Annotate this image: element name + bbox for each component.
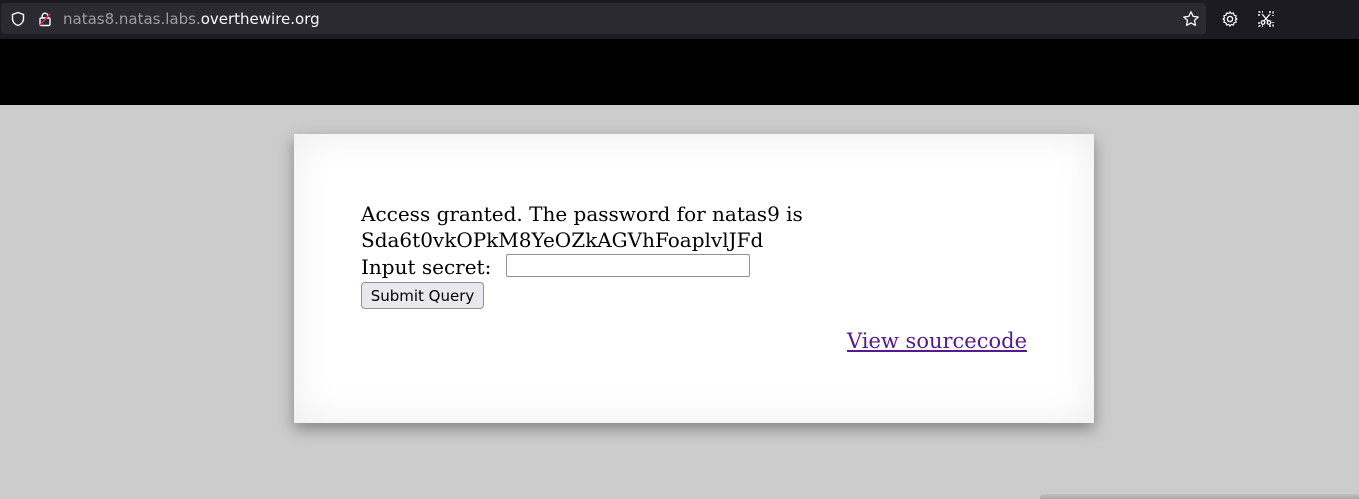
lock-icon[interactable] — [37, 11, 53, 27]
address-bar[interactable]: natas8.natas.labs.overthewire.org — [1, 3, 1206, 34]
url-domain: overthewire.org — [200, 10, 320, 28]
url-text[interactable]: natas8.natas.labs.overthewire.org — [63, 10, 320, 28]
password-text: Sda6t0vkOPkM8YeOZkAGVhFoaplvlJFd — [361, 228, 764, 252]
scrollbar-edge — [1040, 494, 1359, 499]
content-panel: Access granted. The password for natas9 … — [294, 134, 1094, 423]
secret-input[interactable] — [506, 254, 750, 277]
submit-button[interactable]: Submit Query — [361, 282, 484, 309]
access-message: Access granted. The password for natas9 … — [361, 201, 803, 253]
browser-toolbar: natas8.natas.labs.overthewire.org — [0, 0, 1359, 39]
site-header — [0, 39, 1359, 105]
shield-icon[interactable] — [10, 11, 26, 27]
screenshot-icon[interactable] — [1257, 10, 1275, 28]
secret-label: Input secret: — [361, 255, 492, 279]
url-prefix: natas8.natas.labs. — [63, 10, 201, 28]
view-sourcecode-link[interactable]: View sourcecode — [847, 329, 1027, 353]
gear-icon[interactable] — [1221, 10, 1239, 28]
access-message-line: Access granted. The password for natas9 … — [361, 202, 803, 226]
star-icon[interactable] — [1182, 10, 1200, 28]
